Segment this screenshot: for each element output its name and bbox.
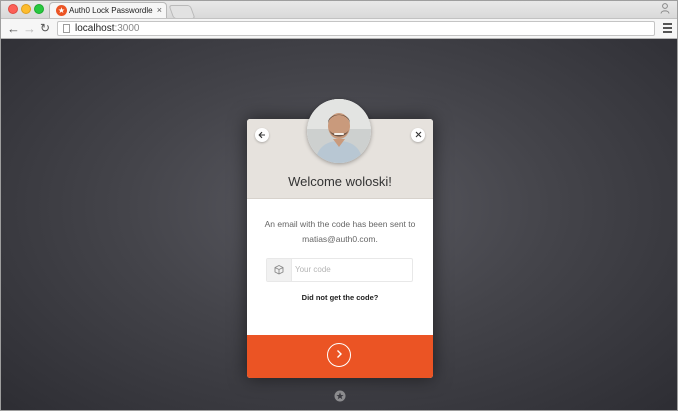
user-avatar [307, 99, 371, 163]
url-text: localhost:3000 [75, 22, 140, 35]
chevron-right-icon [327, 343, 351, 367]
message-line-1: An email with the code has been sent to [264, 219, 416, 229]
url-port: :3000 [114, 23, 140, 34]
forward-arrow-icon[interactable]: → [23, 21, 36, 36]
profile-icon[interactable] [659, 3, 671, 15]
page-icon [63, 24, 70, 33]
url-host: localhost [75, 23, 115, 34]
message-line-2: matias@auth0.com. [302, 234, 378, 244]
minimize-window-button[interactable] [21, 4, 31, 14]
cube-icon [267, 259, 292, 281]
close-window-button[interactable] [8, 4, 18, 14]
code-field [266, 258, 413, 282]
tab-title: Auth0 Lock Passwordless [69, 6, 153, 15]
lock-widget: Welcome woloski! An email with the code … [247, 99, 433, 378]
close-button[interactable] [411, 128, 425, 142]
maximize-window-button[interactable] [34, 4, 44, 14]
address-bar[interactable]: localhost:3000 [57, 21, 655, 36]
hamburger-menu-icon[interactable] [663, 23, 672, 35]
welcome-title: Welcome woloski! [288, 174, 392, 189]
back-button[interactable] [255, 128, 269, 142]
auth0-badge-icon[interactable] [334, 389, 346, 402]
tab-auth0-lock[interactable]: ★ Auth0 Lock Passwordless × [49, 2, 167, 18]
code-sent-message: An email with the code has been sent to … [261, 217, 419, 247]
code-input[interactable] [295, 262, 405, 277]
back-arrow-icon[interactable]: ← [7, 21, 20, 36]
browser-toolbar: ← → ↻ localhost:3000 [1, 18, 677, 39]
auth0-favicon-icon: ★ [56, 5, 67, 16]
resend-code-link[interactable]: Did not get the code? [247, 293, 433, 303]
lock-header: Welcome woloski! [247, 99, 433, 199]
reload-icon[interactable]: ↻ [40, 21, 50, 36]
tab-strip: ★ Auth0 Lock Passwordless × [1, 1, 677, 19]
new-tab-button[interactable] [168, 5, 196, 19]
browser-window: ★ Auth0 Lock Passwordless × ← → ↻ localh… [0, 0, 678, 411]
submit-button[interactable] [247, 335, 433, 378]
tab-close-icon[interactable]: × [157, 5, 162, 16]
page-viewport: Welcome woloski! An email with the code … [1, 39, 677, 410]
